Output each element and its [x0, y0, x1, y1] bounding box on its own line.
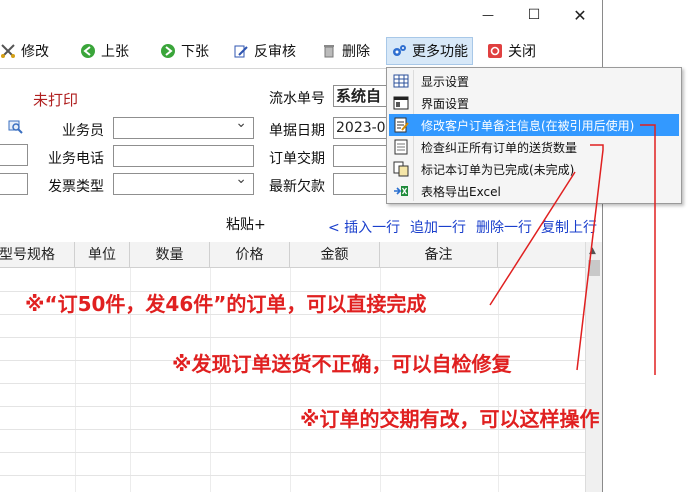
annotation-arrow-date	[640, 124, 656, 375]
annotation-arrow-complete	[489, 171, 576, 306]
annotation-complete: ※“订50件，发46件”的订单，可以直接完成	[25, 292, 427, 316]
annotation-fix: ※发现订单送货不正确，可以自检修复	[172, 352, 512, 376]
annotation-date: ※订单的交期有改，可以这样操作	[300, 407, 600, 431]
annotation-arrow-fix	[576, 144, 604, 371]
